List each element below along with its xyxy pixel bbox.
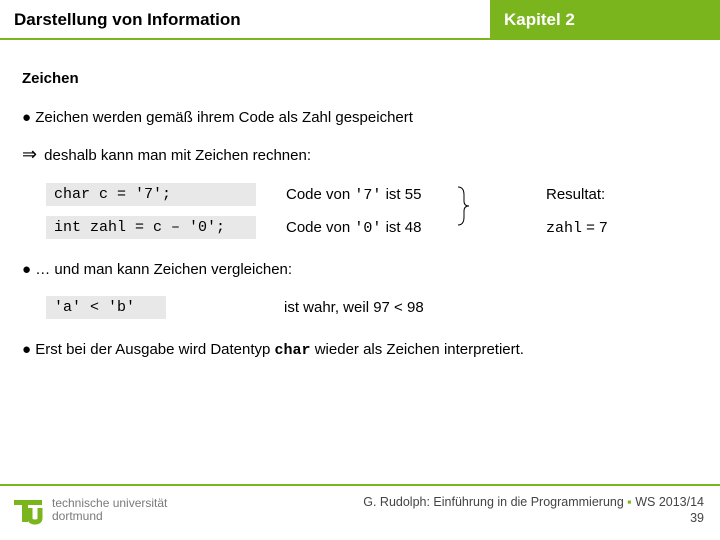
code-box-1: char c = '7';: [46, 183, 256, 206]
code-box-2: int zahl = c – '0';: [46, 216, 256, 239]
result-1: Resultat:: [546, 186, 605, 203]
implies-icon: ⇒: [22, 144, 40, 165]
credit-prefix: G. Rudolph: Einführung in die Programmie…: [363, 495, 627, 509]
desc-1-suffix: ist 55: [381, 186, 421, 203]
compare-desc: ist wahr, weil 97 < 98: [284, 299, 424, 316]
bullet-2-text: … und man kann Zeichen vergleichen:: [35, 261, 292, 278]
bullet-3: ● Erst bei der Ausgabe wird Datentyp cha…: [22, 341, 698, 359]
implies-text: deshalb kann man mit Zeichen rechnen:: [44, 147, 311, 164]
code-row-2: int zahl = c – '0'; Code von '0' ist 48 …: [46, 216, 698, 239]
footer-credit: G. Rudolph: Einführung in die Programmie…: [363, 494, 704, 527]
desc-2-suffix: ist 48: [381, 219, 421, 236]
university-line2: dortmund: [52, 510, 167, 523]
desc-2: Code von '0' ist 48: [286, 219, 486, 237]
desc-2-prefix: Code von: [286, 219, 354, 236]
result-2-mono: zahl: [546, 220, 582, 237]
slide-content: Zeichen ● Zeichen werden gemäß ihrem Cod…: [0, 40, 720, 359]
desc-2-mono: '0': [354, 220, 381, 237]
tu-logo-icon: [12, 494, 44, 526]
result-2-suffix: = 7: [582, 219, 607, 236]
section-title: Zeichen: [22, 70, 698, 87]
university-name: technische universität dortmund: [52, 497, 167, 523]
header-title-right: Kapitel 2: [490, 0, 720, 40]
bullet-3-prefix: Erst bei der Ausgabe wird Datentyp: [35, 341, 274, 358]
desc-1-prefix: Code von: [286, 186, 354, 203]
bullet-1-text: Zeichen werden gemäß ihrem Code als Zahl…: [35, 109, 413, 126]
result-2: zahl = 7: [546, 219, 607, 237]
university-logo: technische universität dortmund: [12, 494, 167, 526]
implies-line: ⇒ deshalb kann man mit Zeichen rechnen:: [22, 144, 698, 165]
desc-1-mono: '7': [354, 187, 381, 204]
compare-code: 'a' < 'b': [46, 296, 166, 319]
slide-header: Darstellung von Information Kapitel 2: [0, 0, 720, 40]
slide-footer: technische universität dortmund G. Rudol…: [0, 484, 720, 540]
bullet-3-suffix: wieder als Zeichen interpretiert.: [311, 341, 524, 358]
header-title-left: Darstellung von Information: [0, 0, 490, 40]
desc-1: Code von '7' ist 55: [286, 186, 486, 204]
page-number: 39: [363, 510, 704, 526]
bullet-3-mono: char: [275, 342, 311, 359]
code-row-1: char c = '7'; Code von '7' ist 55 Result…: [46, 183, 698, 206]
credit-suffix: WS 2013/14: [632, 495, 704, 509]
bullet-2: ● … und man kann Zeichen vergleichen:: [22, 261, 698, 278]
credit-line: G. Rudolph: Einführung in die Programmie…: [363, 494, 704, 510]
bullet-1: ● Zeichen werden gemäß ihrem Code als Za…: [22, 109, 698, 126]
footer-divider: [0, 484, 720, 486]
compare-row: 'a' < 'b' ist wahr, weil 97 < 98: [46, 296, 698, 319]
